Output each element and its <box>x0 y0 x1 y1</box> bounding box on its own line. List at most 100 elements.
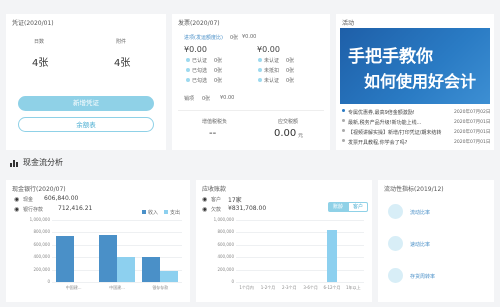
invoice-item-value: 0张 <box>286 68 295 74</box>
rocket-icon <box>388 204 403 219</box>
invoice-card: 发票(2020/07) 进项(发运额度比) 0张 ¥0.00 ¥0.00 ¥0.… <box>172 14 330 150</box>
news-dot <box>342 129 345 132</box>
gridline <box>236 232 364 234</box>
invoice-item-value: 0张 <box>214 78 223 84</box>
chart-bar <box>117 257 135 282</box>
voucher-attach-value: 4张 <box>114 58 131 69</box>
tax-due-value: 0.00 <box>274 128 297 139</box>
y-tick-label: 200,000 <box>217 266 234 272</box>
invoice-input-count: 0张 <box>230 35 239 41</box>
indicators-title: 流动性指标(2019/12) <box>384 186 444 193</box>
y-tick-label: 0 <box>47 279 50 284</box>
invoice-item-label: 未认证 <box>264 58 280 64</box>
invoice-amount-2: ¥0.00 <box>257 45 280 54</box>
gridline <box>52 232 182 234</box>
status-dot <box>258 58 262 62</box>
indicator-quick-ratio[interactable]: 速动比率 <box>410 241 430 248</box>
x-tick-label: 中国建... <box>109 285 125 290</box>
x-tick-label: 1年以上 <box>346 285 361 290</box>
divider <box>178 110 324 111</box>
activity-card: 活动 手把手教你 如何使用好会计 专属优惠券,最高9倍金额激励! 2020年07… <box>336 14 494 150</box>
chart-bar <box>142 257 161 282</box>
tax-due-unit: 元 <box>298 133 304 139</box>
invoice-title: 发票(2020/07) <box>178 20 220 27</box>
tax-due-label: 应交税额 <box>278 119 299 125</box>
x-tick-label: 1个月内 <box>239 285 254 290</box>
news-date: 2020年07月01日 <box>454 130 491 135</box>
invoice-item-value: 0张 <box>286 78 295 84</box>
invoice-sales-count: 0张 <box>202 96 211 102</box>
y-tick-label: 1,000,000 <box>213 217 234 222</box>
invoice-sales-label: 销项 <box>184 96 195 102</box>
indicator-inventory-turnover[interactable]: 存货周转率 <box>410 273 435 280</box>
voucher-attach-label: 附件 <box>116 39 127 45</box>
invoice-item-value: 0张 <box>214 68 223 74</box>
y-tick-label: 200,000 <box>33 266 50 272</box>
voucher-today-value: 4张 <box>32 58 49 69</box>
chart-bar <box>327 230 337 282</box>
receivable-card: 应收账款 ◉ 客户 17家 ◉ 欠款 ¥831,708.00 账龄 客户 1,0… <box>196 180 372 302</box>
news-date: 2020年07月02日 <box>454 110 491 115</box>
invoice-item-label: 已勾选 <box>192 78 208 84</box>
new-voucher-button[interactable]: 新增凭证 <box>18 96 154 111</box>
chart-bar <box>55 235 74 282</box>
news-item[interactable]: 【视频讲解实操】新增/打印凭证/期末结转 <box>348 129 448 136</box>
gridline <box>236 257 364 259</box>
y-tick-label: 600,000 <box>217 241 234 247</box>
news-item[interactable]: 最新,税务产品升级!新功能上线... <box>348 119 436 126</box>
status-dot <box>186 78 190 82</box>
chart-bar <box>99 234 117 282</box>
news-dot <box>342 119 345 122</box>
bank-chart: 1,000,000 800,000 600,000 400,000 200,000 0 中国… <box>6 180 190 302</box>
status-dot <box>186 58 190 62</box>
news-item[interactable]: 发票开具教程,你学会了吗? <box>348 139 436 146</box>
voucher-today-label: 日数 <box>34 39 45 45</box>
section-title: 现金流分析 <box>23 158 63 167</box>
invoice-input-label[interactable]: 进项(发运额度比) <box>184 34 223 41</box>
bank-card: 现金银行(2020/07) ◉ 现金 606,840.00 ◉ 银行存款 712… <box>6 180 190 302</box>
news-dot <box>342 139 345 142</box>
vat-value: -- <box>209 128 217 139</box>
y-tick-label: 1,000,000 <box>29 217 50 222</box>
vat-label: 增值税税负 <box>202 119 228 125</box>
news-item[interactable]: 专属优惠券,最高9倍金额激励! <box>348 109 436 116</box>
status-dot <box>258 68 262 72</box>
x-tick-label: 2-3个月 <box>282 285 297 290</box>
indicator-current-ratio[interactable]: 流动比率 <box>410 209 430 216</box>
banner-line-1: 手把手教你 <box>348 47 433 67</box>
news-date: 2020年07月01日 <box>454 120 491 125</box>
gridline <box>52 282 182 283</box>
y-tick-label: 0 <box>231 279 234 284</box>
x-tick-label: 3-6个月 <box>303 285 318 290</box>
activity-banner[interactable]: 手把手教你 如何使用好会计 <box>340 28 490 104</box>
status-dot <box>258 78 262 82</box>
invoice-item-value: 0张 <box>214 58 223 64</box>
gridline <box>236 282 364 283</box>
y-tick-label: 400,000 <box>217 254 234 260</box>
x-tick-label: 1-2个月 <box>260 285 276 290</box>
x-tick-label: 银存存款 <box>152 285 169 290</box>
activity-title: 活动 <box>342 20 355 27</box>
invoice-item-label: 未认证 <box>264 78 280 84</box>
balance-sheet-button[interactable]: 余额表 <box>18 117 154 132</box>
gridline <box>52 220 182 221</box>
invoice-sales-amount: ¥0.00 <box>220 95 235 101</box>
news-date: 2020年07月01日 <box>454 140 491 145</box>
receivable-chart: 1,000,000 800,000 600,000 400,000 200,000 0 1个… <box>196 180 372 302</box>
y-tick-label: 800,000 <box>217 229 234 235</box>
y-tick-label: 400,000 <box>33 254 50 260</box>
gridline <box>236 269 364 271</box>
voucher-card: 凭证(2020/01) 日数 附件 4张 4张 新增凭证 余额表 <box>6 14 166 150</box>
invoice-amount-1: ¥0.00 <box>184 45 207 54</box>
gridline <box>236 244 364 246</box>
invoice-item-label: 未抵扣 <box>264 68 280 74</box>
carousel-dot[interactable] <box>342 109 345 112</box>
invoice-item-label: 已勾选 <box>192 68 208 74</box>
gridline <box>236 220 364 221</box>
box-icon <box>388 268 403 283</box>
x-tick-label: 6-12个月 <box>323 285 341 290</box>
y-tick-label: 600,000 <box>33 241 50 247</box>
voucher-title: 凭证(2020/01) <box>12 20 54 27</box>
status-dot <box>186 68 190 72</box>
x-tick-label: 中国建... <box>65 285 82 290</box>
